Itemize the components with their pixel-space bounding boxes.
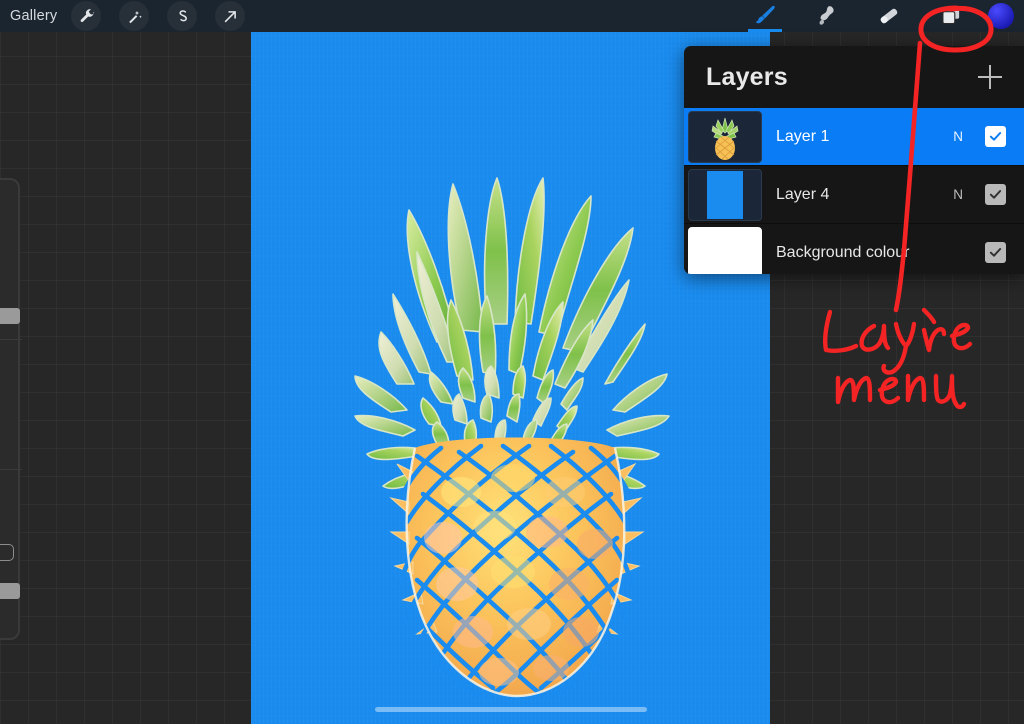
brush-opacity-slider[interactable] — [0, 340, 22, 470]
layer-blend-mode[interactable]: N — [953, 187, 963, 202]
transform-arrow-icon[interactable] — [215, 1, 245, 31]
active-tool-indicator — [748, 29, 782, 32]
procreate-app-window: Gallery — [0, 0, 1024, 724]
top-toolbar: Gallery — [0, 0, 1024, 32]
top-toolbar-left-group: Gallery — [0, 0, 263, 32]
brush-settings-sidebar[interactable] — [0, 178, 20, 640]
layer-name: Layer 4 — [776, 186, 953, 204]
layer-visibility-checkbox[interactable] — [985, 126, 1006, 147]
layer-row[interactable]: Layer 4 N — [684, 166, 1024, 224]
gallery-button[interactable]: Gallery — [0, 8, 71, 24]
actions-wrench-icon[interactable] — [71, 1, 101, 31]
add-layer-button[interactable] — [978, 65, 1002, 89]
color-picker-swatch[interactable] — [988, 3, 1014, 29]
white-thumbnail — [688, 227, 762, 275]
layer-blend-mode[interactable]: N — [953, 129, 963, 144]
layers-panel: Layers — [684, 46, 1024, 274]
layers-panel-title: Layers — [706, 63, 788, 92]
layers-icon[interactable] — [920, 0, 982, 32]
layer-visibility-checkbox[interactable] — [985, 242, 1006, 263]
brush-size-slider[interactable] — [0, 180, 22, 340]
home-indicator — [375, 707, 647, 712]
sidebar-action-buttons[interactable] — [0, 470, 22, 640]
layer-row[interactable]: Layer 1 N — [684, 108, 1024, 166]
paint-brush-icon[interactable] — [734, 0, 796, 32]
layer-name: Background colour — [776, 244, 963, 262]
layer-name: Layer 1 — [776, 128, 953, 146]
layer-row[interactable]: Background colour — [684, 224, 1024, 274]
top-toolbar-right-group — [734, 0, 1024, 32]
brush-size-slider-handle[interactable] — [0, 308, 20, 324]
layers-panel-header: Layers — [684, 46, 1024, 108]
smudge-icon[interactable] — [796, 0, 858, 32]
adjustments-wand-icon[interactable] — [119, 1, 149, 31]
pineapple-thumbnail — [688, 111, 762, 163]
selection-icon[interactable] — [167, 1, 197, 31]
layer-visibility-checkbox[interactable] — [985, 184, 1006, 205]
eraser-icon[interactable] — [858, 0, 920, 32]
blue-fill-thumbnail — [688, 169, 762, 221]
